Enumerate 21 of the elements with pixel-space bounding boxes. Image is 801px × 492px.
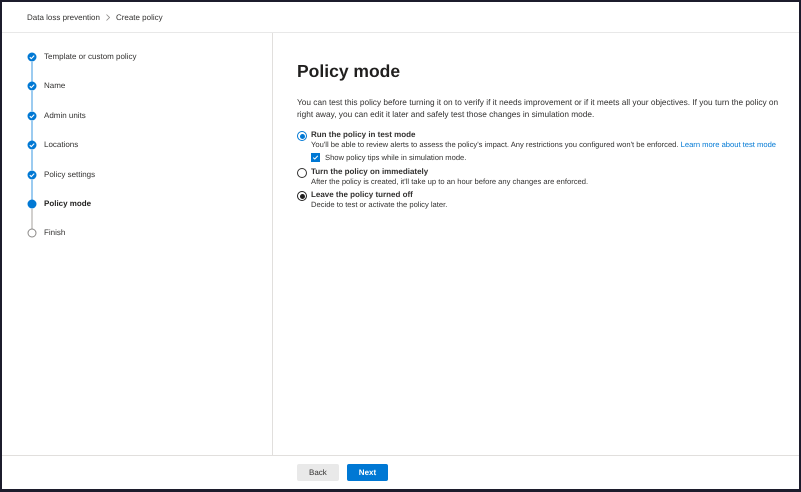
step-label[interactable]: Policy settings: [44, 170, 96, 179]
step-label[interactable]: Policy mode: [44, 198, 92, 208]
breadcrumb-link[interactable]: Data loss prevention: [27, 12, 100, 22]
step-label[interactable]: Template or custom policy: [44, 52, 136, 61]
option-label[interactable]: Run the policy in test mode: [311, 130, 776, 140]
next-button[interactable]: Next: [346, 464, 388, 481]
step-label[interactable]: Locations: [44, 140, 78, 150]
step-label[interactable]: Finish: [44, 228, 66, 238]
breadcrumb-link[interactable]: Create policy: [116, 12, 163, 22]
chevron-icon: [106, 14, 110, 20]
step-label[interactable]: Name: [44, 81, 66, 90]
step-label[interactable]: Admin units: [44, 110, 86, 120]
radio-button[interactable]: [297, 168, 307, 178]
back-button[interactable]: Back: [297, 464, 339, 481]
description: You can test this policy before turning it on to verify if it needs improvement or if it meets all your objectives. If you turn the policy on right away, you can edit it later and safely test those changes in simulation mode.: [297, 97, 780, 120]
option-label[interactable]: Leave the policy turned off: [311, 190, 448, 200]
option-label[interactable]: Turn the policy on immediately: [311, 167, 588, 177]
radio-button[interactable]: [297, 131, 307, 141]
page-title: Policy mode: [297, 61, 402, 82]
checkbox[interactable]: [311, 153, 320, 162]
radio-button[interactable]: [297, 191, 307, 201]
